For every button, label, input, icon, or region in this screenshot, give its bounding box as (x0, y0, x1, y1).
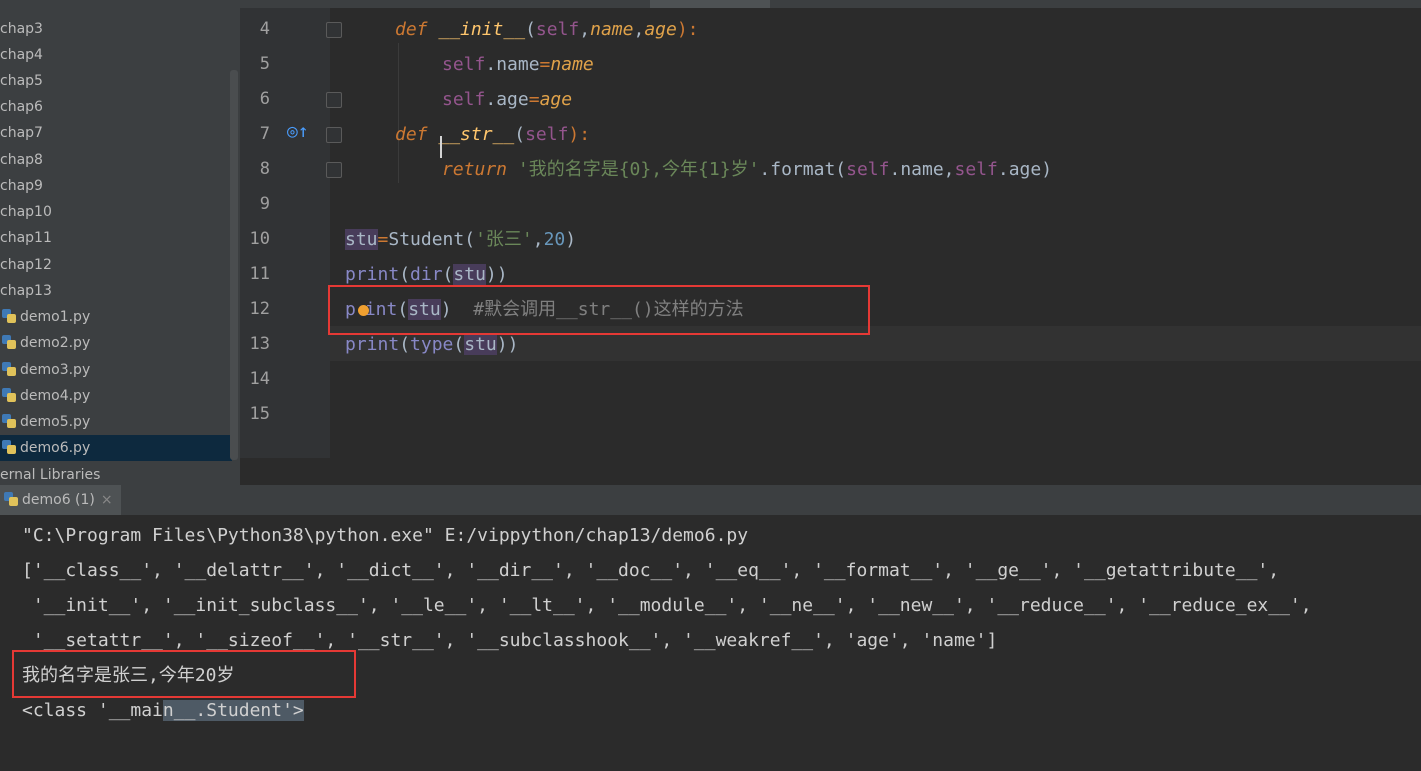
line-number: 6 (259, 89, 270, 109)
code-line-10: stu=Student('张三',20) (345, 229, 577, 250)
project-tree: chap3 chap4 chap5 chap6 chap7 chap8 chap… (0, 0, 240, 485)
sidebar-scrollbar[interactable] (230, 70, 238, 460)
tree-file-demo6[interactable]: demo6.py (0, 435, 232, 461)
editor-tab-strip[interactable] (240, 0, 1421, 10)
annotation-highlight-box (12, 650, 356, 698)
tree-item-label: ernal Libraries (0, 467, 101, 483)
console-line-dir-2: '__init__', '__init_subclass__', '__le__… (22, 595, 1312, 616)
python-file-icon (2, 309, 16, 323)
code-line-5: self.name=name (442, 54, 594, 75)
indent-guide (398, 43, 399, 183)
line-number: 7 (259, 124, 270, 144)
close-icon[interactable]: × (101, 492, 113, 508)
line-number: 8 (259, 159, 270, 179)
tree-file-demo4[interactable]: demo4.py (0, 383, 232, 409)
tree-item-label: chap12 (0, 257, 52, 273)
tree-item-label: chap13 (0, 283, 52, 299)
tree-item-label: chap7 (0, 125, 43, 141)
tree-folder-chap13[interactable]: chap13 (0, 278, 232, 304)
line-number: 13 (249, 334, 270, 354)
tree-folder-chap4[interactable]: chap4 (0, 42, 232, 68)
python-file-icon (2, 414, 16, 428)
fold-marker-icon[interactable] (326, 162, 342, 178)
fold-marker-icon[interactable] (326, 127, 342, 143)
fold-marker-icon[interactable] (326, 92, 342, 108)
run-tab-label: demo6 (1) (22, 492, 95, 508)
tree-item-label: chap4 (0, 47, 43, 63)
tree-item-label: demo5.py (20, 414, 91, 430)
tree-item-label: chap6 (0, 99, 43, 115)
code-line-8: return '我的名字是{0},今年{1}岁'.format(self.nam… (442, 159, 1053, 180)
tree-item-label: demo2.py (20, 335, 91, 351)
line-number: 5 (259, 54, 270, 74)
selected-text: n__.Student'> (162, 700, 304, 721)
console-line-dir-1: ['__class__', '__delattr__', '__dict__',… (22, 560, 1290, 581)
tree-item-label: chap9 (0, 178, 43, 194)
tree-file-demo2[interactable]: demo2.py (0, 330, 232, 356)
type-output-part: <class '__mai (22, 700, 163, 721)
code-editor[interactable]: 4 5 6 7 8 9 10 11 12 13 14 15 ◎↑ def __i… (240, 8, 1421, 485)
line-number: 14 (249, 369, 270, 389)
line-number: 4 (259, 19, 270, 39)
code-line-7: def __str__(self): (395, 124, 591, 145)
tree-folder-chap5[interactable]: chap5 (0, 68, 232, 94)
run-console-output[interactable]: "C:\Program Files\Python38\python.exe" E… (0, 515, 1421, 771)
tree-item-label: demo4.py (20, 388, 91, 404)
tree-folder-chap3[interactable]: chap3 (0, 16, 232, 42)
run-tool-window-header: demo6 (1) × (0, 485, 1421, 515)
python-file-icon (2, 388, 16, 402)
tree-folder-chap8[interactable]: chap8 (0, 147, 232, 173)
tree-item-label: chap3 (0, 21, 43, 37)
line-number: 11 (249, 264, 270, 284)
tree-folder-chap12[interactable]: chap12 (0, 252, 232, 278)
tree-item-label: chap5 (0, 73, 43, 89)
console-line-command: "C:\Program Files\Python38\python.exe" E… (22, 525, 749, 546)
tree-file-demo5[interactable]: demo5.py (0, 409, 232, 435)
code-line-6: self.age=age (442, 89, 573, 110)
tree-folder-chap7[interactable]: chap7 (0, 120, 232, 146)
python-run-icon (4, 492, 18, 506)
run-tab-demo6[interactable]: demo6 (1) × (0, 485, 121, 515)
tree-item-label: demo6.py (20, 440, 91, 456)
annotation-highlight-box (328, 285, 870, 335)
tree-folder-chap11[interactable]: chap11 (0, 225, 232, 251)
override-method-icon[interactable]: ◎↑ (287, 121, 309, 143)
tree-item-label: chap10 (0, 204, 52, 220)
tree-file-demo3[interactable]: demo3.py (0, 357, 232, 383)
line-number: 15 (249, 404, 270, 424)
tree-folder-chap6[interactable]: chap6 (0, 94, 232, 120)
tree-item-label: chap8 (0, 152, 43, 168)
tree-item-label: demo1.py (20, 309, 91, 325)
tree-folder-chap10[interactable]: chap10 (0, 199, 232, 225)
fold-marker-icon[interactable] (326, 22, 342, 38)
tree-file-demo1[interactable]: demo1.py (0, 304, 232, 330)
tree-item-label: demo3.py (20, 362, 91, 378)
python-file-icon (2, 440, 16, 454)
line-number: 9 (259, 194, 270, 214)
line-number: 12 (249, 299, 270, 319)
python-file-icon (2, 362, 16, 376)
line-number: 10 (249, 229, 270, 249)
code-line-4: def __init__(self,name,age): (395, 19, 699, 40)
console-line-type-output: <class '__main__.Student'> (22, 693, 304, 728)
python-file-icon (2, 335, 16, 349)
tree-folder-chap9[interactable]: chap9 (0, 173, 232, 199)
tree-external-libraries[interactable]: ernal Libraries (0, 462, 232, 485)
tree-item-label: chap11 (0, 230, 52, 246)
line-number-gutter: 4 5 6 7 8 9 10 11 12 13 14 15 ◎↑ (240, 8, 342, 458)
